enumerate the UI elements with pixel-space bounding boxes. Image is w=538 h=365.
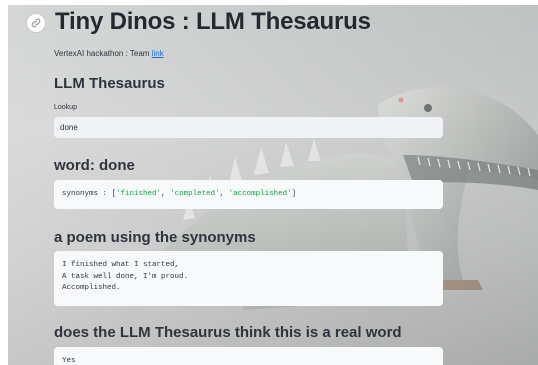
main-content: Tiny Dinos : LLM Thesaurus VertexAI hack…	[8, 5, 538, 365]
section-heading-word: word: done	[54, 157, 135, 174]
lookup-input[interactable]	[54, 117, 443, 138]
subtitle: VertexAI hackathon : Team link	[54, 49, 164, 58]
poem-code-block: I finished what I started, A task well do…	[54, 251, 443, 306]
synonym-token: 'accomplished'	[228, 190, 292, 198]
poem-line: Accomplished.	[62, 284, 121, 292]
synonyms-comma: ,	[219, 190, 229, 198]
real-word-code-block: Yes	[54, 347, 443, 365]
section-heading-poem: a poem using the synonyms	[54, 229, 256, 246]
link-icon-glyph	[31, 18, 41, 28]
team-link[interactable]: link	[152, 49, 164, 58]
synonym-token: 'finished'	[116, 190, 162, 198]
app-container: Tiny Dinos : LLM Thesaurus VertexAI hack…	[8, 5, 538, 365]
synonyms-code-block: synonyms : ['finished', 'completed', 'ac…	[54, 180, 443, 209]
subtitle-text: VertexAI hackathon : Team	[54, 49, 152, 58]
synonym-token: 'completed'	[170, 190, 220, 198]
lookup-label: Lookup	[54, 104, 77, 111]
section-heading-real-word: does the LLM Thesaurus think this is a r…	[54, 324, 402, 341]
poem-line: I finished what I started,	[62, 261, 180, 269]
synonyms-close: ]	[291, 190, 297, 198]
synonyms-comma: ,	[161, 190, 171, 198]
real-word-answer: Yes	[62, 357, 76, 365]
poem-line: A task well done, I'm proud.	[62, 272, 189, 281]
synonyms-separator: : [	[98, 190, 117, 198]
section-heading-thesaurus: LLM Thesaurus	[54, 75, 165, 92]
page-title: Tiny Dinos : LLM Thesaurus	[55, 8, 371, 35]
synonyms-key: synonyms	[62, 190, 99, 198]
link-icon[interactable]	[27, 14, 45, 32]
